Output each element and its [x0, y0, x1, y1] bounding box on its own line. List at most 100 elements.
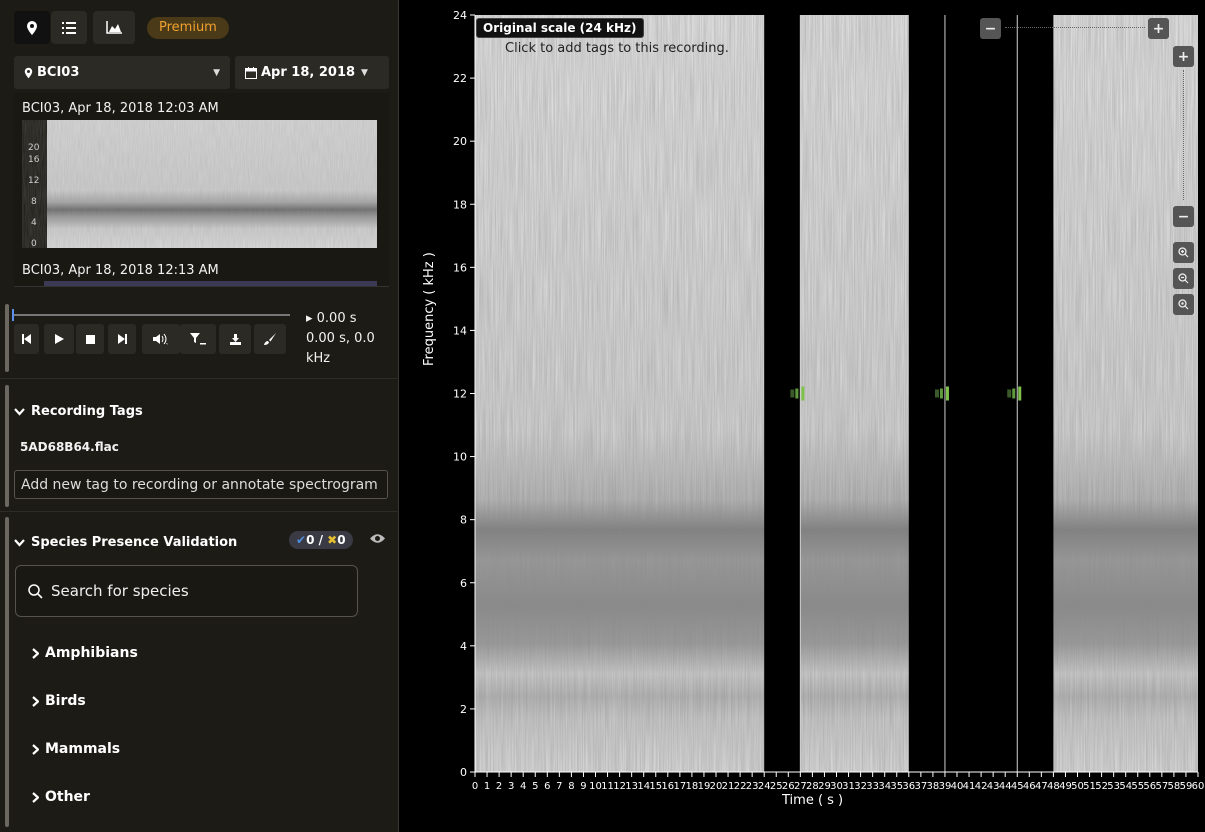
seek-handle[interactable] [12, 309, 14, 321]
cursor-readout-unit: kHz [306, 351, 331, 366]
species-validation-toggle[interactable]: Species Presence Validation [14, 535, 237, 550]
skip-forward-button[interactable] [108, 324, 136, 354]
zoom-out-time-button[interactable]: − [980, 18, 1001, 39]
area-chart-icon [106, 21, 122, 34]
recording-title[interactable]: BCI03, Apr 18, 2018 12:03 AM [22, 101, 219, 116]
x-tick-label: 31 [842, 781, 855, 792]
x-tick-label: 53 [1107, 781, 1120, 792]
date-select[interactable]: Apr 18, 2018 ▼ [235, 56, 389, 89]
x-tick-label: 58 [1168, 781, 1181, 792]
x-tick-label: 3 [508, 781, 514, 792]
x-tick-label: 1 [484, 781, 490, 792]
tag-marker-bar [945, 386, 949, 401]
x-tick-label: 36 [902, 781, 915, 792]
tab-chart[interactable] [93, 11, 135, 44]
x-tick-label: 15 [649, 781, 662, 792]
x-tick-label: 20 [710, 781, 723, 792]
tab-map[interactable] [14, 11, 50, 44]
species-search[interactable] [15, 565, 358, 617]
y-tick-label: 20 [453, 135, 467, 148]
thumb-tick: 12 [28, 176, 39, 186]
zoom-in-freq-button[interactable]: + [1173, 46, 1194, 67]
species-search-input[interactable] [51, 582, 331, 600]
chevron-down-icon [14, 538, 25, 547]
tag-marker-shadow [934, 389, 939, 398]
x-tick-label: 47 [1035, 781, 1048, 792]
recording-gap [944, 15, 1018, 772]
play-button[interactable] [44, 324, 74, 354]
x-tick-label: 52 [1095, 781, 1108, 792]
search-icon [28, 583, 43, 599]
site-select[interactable]: BCI03 ▼ [14, 56, 230, 89]
stop-button[interactable] [76, 324, 104, 354]
x-tick-label: 35 [890, 781, 903, 792]
resize-handle[interactable] [5, 385, 9, 507]
zoom-in-button[interactable] [1173, 242, 1194, 263]
zoom-out-button[interactable] [1173, 268, 1194, 289]
recording-title[interactable]: BCI03, Apr 18, 2018 12:13 AM [22, 263, 219, 278]
time-zoom-slider[interactable] [1005, 27, 1145, 29]
tag-marker-mid [939, 388, 943, 399]
recording-gap [764, 15, 801, 772]
plus-icon: + [1177, 48, 1190, 65]
skip-forward-icon [117, 334, 127, 344]
chevron-right-icon [32, 695, 39, 707]
absent-count: 0 [337, 533, 346, 547]
chevron-right-icon [32, 791, 39, 803]
category-birds[interactable]: Birds [32, 693, 86, 709]
zoom-out-freq-button[interactable]: − [1173, 206, 1194, 227]
divider [0, 511, 399, 512]
category-mammals[interactable]: Mammals [32, 741, 120, 757]
x-tick-label: 18 [686, 781, 699, 792]
x-tick-label: 42 [975, 781, 988, 792]
x-tick-label: 46 [1023, 781, 1036, 792]
species-validation-heading: Species Presence Validation [31, 535, 238, 550]
premium-badge[interactable]: Premium [147, 17, 229, 39]
tag-marker-bar [1018, 386, 1022, 401]
validation-count-badge: ✔0 / ✖0 [289, 531, 353, 549]
y-tick-label: 12 [453, 388, 467, 401]
tag-marker-mid [795, 388, 799, 399]
tab-list[interactable] [51, 11, 87, 44]
x-tick-label: 28 [806, 781, 819, 792]
recording-tags-toggle[interactable]: Recording Tags [14, 404, 143, 419]
spectrogram-plot[interactable] [475, 15, 1198, 772]
chevron-right-icon [32, 647, 39, 659]
category-label: Mammals [45, 741, 121, 757]
seek-bar[interactable] [13, 314, 290, 316]
check-icon: ✔ [296, 533, 307, 547]
x-tick-label: 11 [601, 781, 614, 792]
zoom-in-time-button[interactable]: + [1148, 18, 1169, 39]
tag-marker-mid [1012, 388, 1016, 399]
x-tick-label: 56 [1143, 781, 1156, 792]
download-button[interactable] [219, 324, 251, 354]
spectrogram-texture [475, 15, 1198, 772]
category-amphibians[interactable]: Amphibians [32, 645, 138, 661]
x-tick-label: 39 [939, 781, 952, 792]
zoom-reset-button[interactable] [1173, 294, 1194, 315]
recording-thumbnail[interactable]: 20 16 12 8 4 0 [22, 120, 377, 248]
filter-icon [190, 333, 206, 345]
category-other[interactable]: Other [32, 789, 90, 805]
calendar-icon [245, 66, 257, 79]
thumb-tick: 4 [31, 218, 37, 228]
x-tick-label: 48 [1047, 781, 1060, 792]
filter-button[interactable] [180, 324, 216, 354]
skip-back-button[interactable] [14, 324, 39, 354]
volume-button[interactable] [142, 324, 180, 354]
x-tick-label: 45 [1011, 781, 1024, 792]
eye-icon[interactable] [370, 533, 385, 544]
tag-input[interactable] [14, 470, 388, 499]
resize-handle[interactable] [5, 304, 9, 372]
freq-zoom-slider[interactable] [1183, 70, 1184, 200]
brush-button[interactable] [254, 324, 286, 354]
recording-list[interactable]: BCI03, Apr 18, 2018 12:03 AM 20 16 12 8 … [14, 93, 389, 287]
x-tick-label: 4 [520, 781, 526, 792]
x-tick-label: 54 [1119, 781, 1132, 792]
spectrogram-canvas[interactable]: 0246810121416182022240 1 2 3 4 5 6 7 8 9 10 11 12 13 1… [400, 0, 1205, 832]
recording-gap [908, 15, 945, 772]
spectrogram-panel[interactable]: 0 2 4 6 8 10 12 14 16 18 20 22 24 0 1 2 3 4 5 6 7 8 9 10 11 12 13 1… [400, 0, 1205, 832]
recording-thumbnail-preview [44, 281, 377, 286]
y-axis-label: Frequency ( kHz ) [422, 252, 437, 366]
resize-handle[interactable] [5, 517, 9, 827]
